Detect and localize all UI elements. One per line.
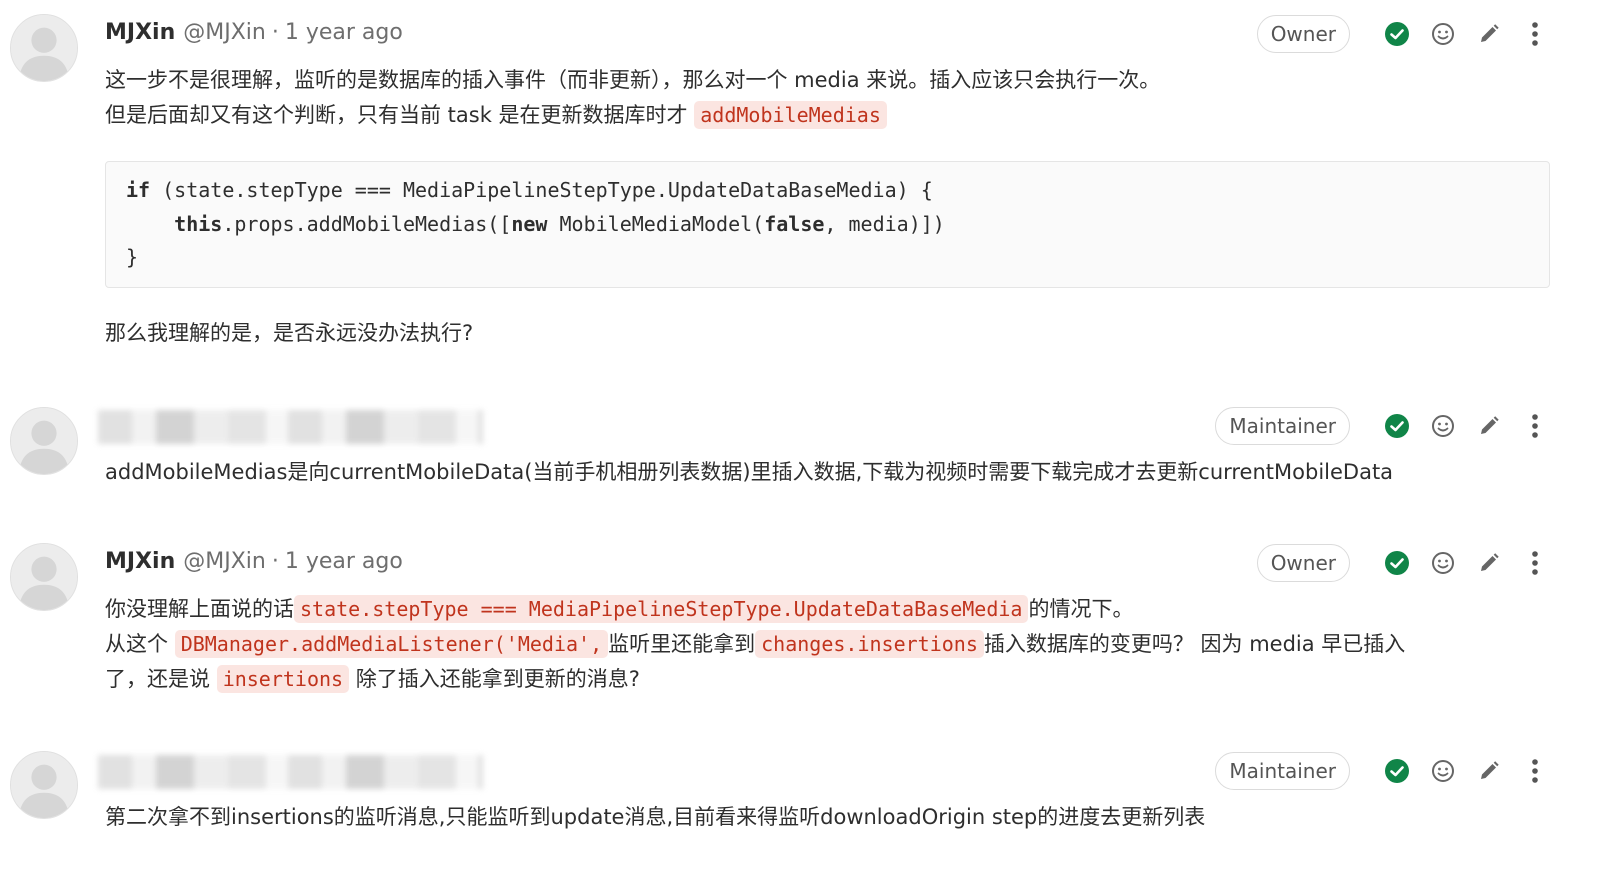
separator: · [271,548,279,574]
avatar-icon [11,15,77,81]
edit-pencil-icon [1481,416,1499,434]
code-text: .props.addMobileMedias([ [222,211,512,236]
comment-text: 但是后面却又有这个判断，只有当前 task 是在更新数据库时才 addMobil… [105,98,1550,133]
more-actions-button[interactable] [1512,16,1558,52]
more-actions-button[interactable] [1512,545,1558,581]
note-actions: Maintainer [1215,752,1558,790]
avatar-icon [11,752,77,818]
comment-text: 第二次拿不到insertions的监听消息,只能监听到update消息,目前看来… [105,805,1206,829]
avatar[interactable] [10,407,78,475]
code-text: (state.stepType === MediaPipelineStepTyp… [150,178,933,202]
redacted-author-info [98,410,483,444]
note-header: MJXin @MJXin · 1 year ago [105,543,403,579]
separator: · [271,19,279,45]
resolve-button[interactable] [1374,753,1420,789]
author-name[interactable]: MJXin [105,549,175,574]
role-badge: Owner [1256,544,1350,582]
emoji-icon [1432,23,1454,45]
comment-text: 的情况下。 [1028,597,1134,621]
resolved-check-icon [1385,414,1409,438]
inline-code: DBManager.addMediaListener('Media', [174,630,609,658]
code-text: , media)]) [824,211,945,236]
edit-button[interactable] [1466,16,1512,52]
edit-button[interactable] [1466,753,1512,789]
code-keyword: false [764,211,825,236]
note-body: 第二次拿不到insertions的监听消息,只能监听到update消息,目前看来… [105,800,1568,835]
comment-text: 了，还是说 insertions 除了插入还能拿到更新的消息? [105,662,1568,697]
more-actions-icon [1532,414,1538,438]
note-body: 这一步不是很理解，监听的是数据库的插入事件（而非更新），那么对一个 media … [105,63,1550,351]
code-keyword: this [174,211,223,236]
code-keyword: new [511,211,548,236]
edit-button[interactable] [1466,545,1512,581]
resolve-button[interactable] [1374,408,1420,444]
timestamp[interactable]: 1 year ago [285,20,403,45]
code-keyword: if [126,178,151,202]
more-actions-button[interactable] [1512,408,1558,444]
note-body: 你没理解上面说的话 state.stepType === MediaPipelin… [105,592,1568,697]
avatar[interactable] [10,14,78,82]
emoji-icon [1432,760,1454,782]
author-handle[interactable]: @MJXin [183,20,266,45]
avatar-icon [11,544,77,610]
note-body: addMobileMedias是向currentMobileData(当前手机相… [105,455,1568,490]
redacted-author-info [98,755,483,789]
resolved-check-icon [1385,759,1409,783]
avatar[interactable] [10,751,78,819]
resolved-check-icon [1385,551,1409,575]
add-reaction-button[interactable] [1420,545,1466,581]
comment-text: 插入数据库的变更吗？ 因为 media 早已插入 [983,632,1406,656]
inline-code: changes.insertions [755,630,984,658]
comment-text: 从这个 DBManager.addMediaListener('Media', 监… [105,627,1568,662]
resolve-button[interactable] [1374,16,1420,52]
edit-pencil-icon [1481,24,1499,42]
code-text: } [126,245,139,269]
add-reaction-button[interactable] [1420,753,1466,789]
inline-code: state.stepType === MediaPipelineStepType… [294,595,1029,623]
timestamp[interactable]: 1 year ago [285,549,403,574]
add-reaction-button[interactable] [1420,16,1466,52]
inline-code: insertions [216,665,350,693]
resolve-button[interactable] [1374,545,1420,581]
edit-pencil-icon [1481,761,1499,779]
add-reaction-button[interactable] [1420,408,1466,444]
emoji-icon [1432,415,1454,437]
comment-text: 但是后面却又有这个判断，只有当前 task 是在更新数据库时才 [105,103,688,127]
comment-text: 你没理解上面说的话 state.stepType === MediaPipelin… [105,592,1568,627]
role-badge: Owner [1256,15,1350,53]
comment-text: 你没理解上面说的话 [105,597,294,621]
author-name[interactable]: MJXin [105,20,175,45]
more-actions-icon [1532,22,1538,46]
more-actions-icon [1532,759,1538,783]
avatar[interactable] [10,543,78,611]
author-handle[interactable]: @MJXin [183,549,266,574]
comment-text: 了，还是说 [105,667,217,691]
role-badge: Maintainer [1215,752,1350,790]
note-actions: Owner [1256,544,1558,582]
comment-text: addMobileMedias是向currentMobileData(当前手机相… [105,460,1394,484]
inline-code: addMobileMedias [694,101,887,129]
code-text: MobileMediaModel( [547,211,765,236]
comment-text: 这一步不是很理解，监听的是数据库的插入事件（而非更新），那么对一个 media … [105,68,1161,92]
edit-button[interactable] [1466,408,1512,444]
role-badge: Maintainer [1215,407,1350,445]
comment-text: 从这个 [105,632,175,656]
note-actions: Maintainer [1215,407,1558,445]
note-actions: Owner [1256,15,1558,53]
code-block: if (state.stepType === MediaPipelineStep… [105,161,1550,288]
comment-text: 那么我理解的是，是否永远没办法执行? [105,320,474,345]
resolved-check-icon [1385,22,1409,46]
avatar-icon [11,408,77,474]
comment-text: 监听里还能拿到 [608,632,756,656]
emoji-icon [1432,552,1454,574]
more-actions-icon [1532,551,1538,575]
comment-text: 除了插入还能拿到更新的消息? [349,667,640,691]
more-actions-button[interactable] [1512,753,1558,789]
edit-pencil-icon [1481,553,1499,571]
note-header: MJXin @MJXin · 1 year ago [105,14,403,50]
